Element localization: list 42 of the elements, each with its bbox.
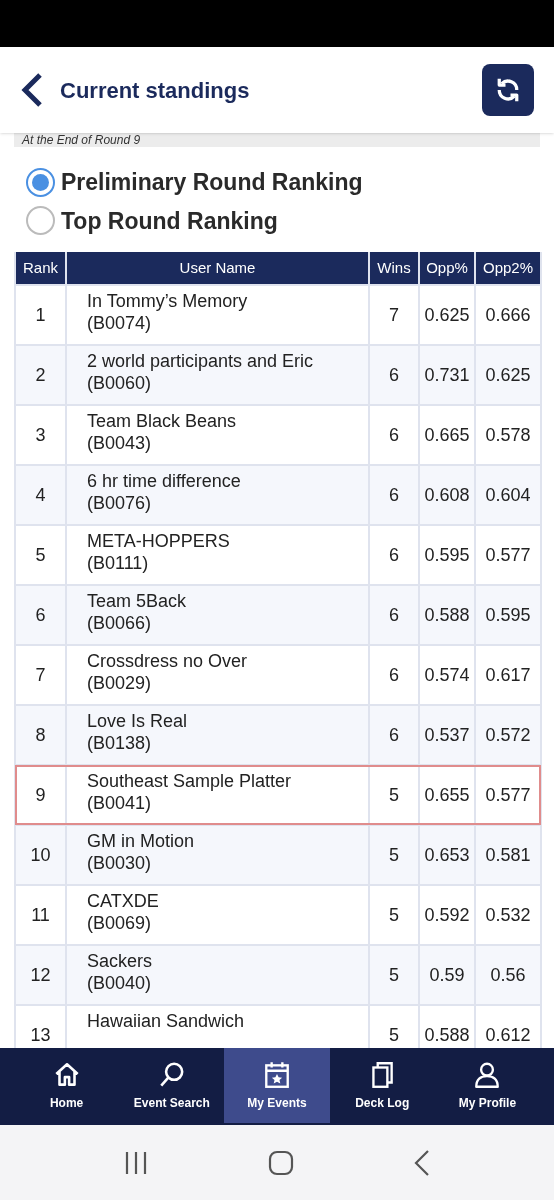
table-cell: 1 [15, 285, 66, 345]
radio-button[interactable] [26, 167, 55, 197]
page-title: Current standings [60, 76, 250, 105]
team-name: Hawaiian Sandwich [87, 1010, 246, 1032]
back-nav-icon[interactable] [412, 1148, 431, 1177]
radio-button[interactable] [26, 206, 55, 236]
radio-label[interactable]: Top Round Ranking [61, 203, 278, 238]
team-code: (B0030) [87, 852, 153, 874]
team-name: Sackers [87, 950, 154, 972]
back-icon[interactable] [20, 72, 44, 108]
nav-tab[interactable]: My Profile [434, 1048, 540, 1123]
team-code: (B0069) [87, 912, 153, 934]
team-code: (B0074) [87, 312, 153, 334]
radio-label[interactable]: Preliminary Round Ranking [61, 165, 363, 200]
team-name: Team 5Back [87, 590, 188, 612]
team-name: Crossdress no Over [87, 650, 249, 672]
team-code: (B0043) [87, 432, 153, 454]
team-name: In Tommy’s Memory [87, 290, 249, 312]
team-code: (B0076) [87, 492, 153, 514]
team-name: Southeast Sample Platter [87, 770, 293, 792]
team-code: (B0066) [87, 612, 153, 634]
nav-tab[interactable]: Event Search [119, 1048, 225, 1123]
team-name: 2 world participants and Eric [87, 350, 315, 372]
team-code: (B0138) [87, 732, 153, 754]
round-caption: At the End of Round 9 [20, 133, 142, 147]
team-code: (B0040) [87, 972, 153, 994]
team-code: (B0111) [87, 552, 150, 574]
calendar-icon [262, 1059, 292, 1090]
team-code: (B0041) [87, 792, 153, 814]
team-code: (B0029) [87, 672, 153, 694]
team-name: Team Black Beans [87, 410, 238, 432]
team-name: GM in Motion [87, 830, 196, 852]
team-name: CATXDE [87, 890, 160, 912]
nav-tab[interactable]: Deck Log [329, 1048, 435, 1123]
team-name: Love Is Real [87, 710, 189, 732]
home-button-icon[interactable] [268, 1149, 294, 1176]
refresh-button[interactable] [482, 64, 534, 116]
nav-tab[interactable]: Home [14, 1048, 120, 1123]
nav-tab[interactable]: My Events [224, 1048, 330, 1123]
team-name: 6 hr time difference [87, 470, 242, 492]
team-name: META-HOPPERS [87, 530, 231, 552]
team-code: (B0060) [87, 372, 153, 394]
